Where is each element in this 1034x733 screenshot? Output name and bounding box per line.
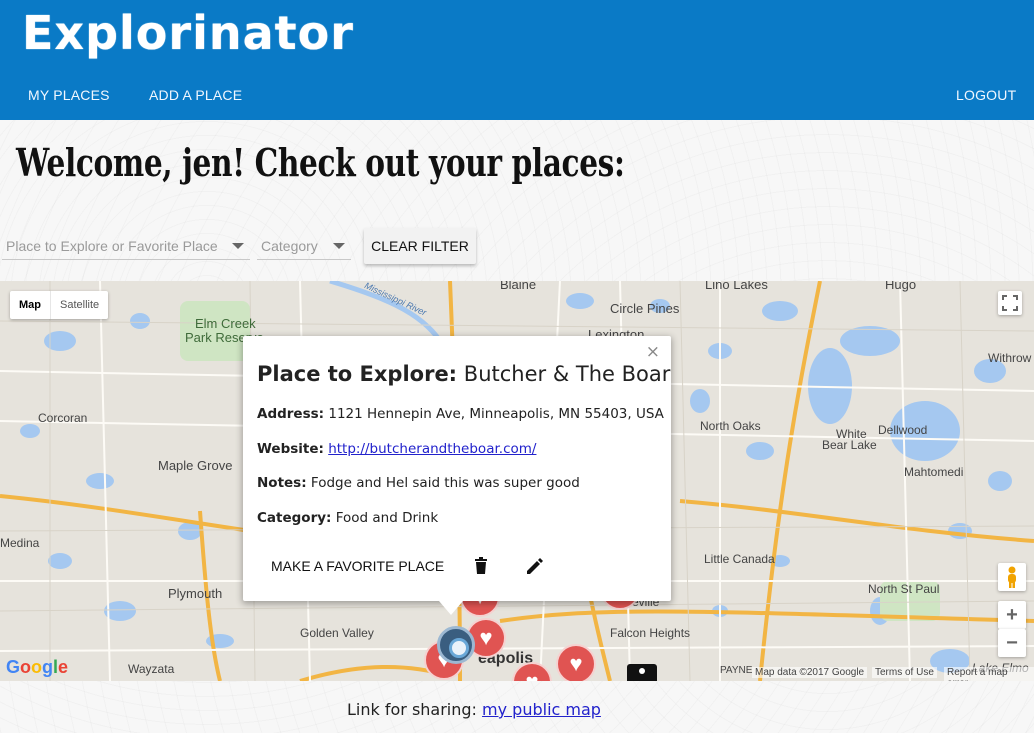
info-title: Place to Explore: Butcher & The Boar bbox=[257, 362, 670, 386]
category-value: Food and Drink bbox=[335, 510, 439, 526]
category-placeholder: Category bbox=[261, 238, 318, 254]
app-header: Explorinator MY PLACES ADD A PLACE LOGOU… bbox=[0, 0, 1034, 120]
map-label-circle-pines: Circle Pines bbox=[610, 301, 680, 316]
delete-button[interactable] bbox=[471, 556, 491, 580]
zoom-out-button[interactable]: − bbox=[998, 629, 1026, 657]
map-label-mahtomedi: Mahtomedi bbox=[904, 465, 964, 479]
heart-icon: ♥ bbox=[525, 669, 538, 681]
clear-filter-button[interactable]: CLEAR FILTER bbox=[364, 228, 476, 264]
place-info-window: × Place to Explore: Butcher & The Boar A… bbox=[243, 336, 671, 615]
pencil-icon bbox=[527, 558, 543, 574]
chevron-down-icon bbox=[333, 243, 345, 249]
map-label-maple-grove: Maple Grove bbox=[158, 458, 233, 473]
address-label: Address: bbox=[257, 406, 325, 422]
notes-value: Fodge and Hel said this was super good bbox=[310, 475, 580, 491]
fullscreen-icon bbox=[1002, 295, 1018, 311]
street-view-button[interactable] bbox=[998, 563, 1026, 591]
map-label-hugo: Hugo bbox=[885, 281, 917, 292]
info-icon bbox=[639, 668, 645, 674]
make-favorite-button[interactable]: MAKE A FAVORITE PLACE bbox=[271, 558, 444, 574]
nav-my-places[interactable]: MY PLACES bbox=[28, 87, 110, 103]
info-website: Website: http://butcherandtheboar.com/ bbox=[257, 441, 536, 457]
map-data-attribution: Map data ©2017 Google bbox=[752, 667, 868, 678]
close-icon[interactable]: × bbox=[646, 342, 660, 362]
app-title[interactable]: Explorinator bbox=[22, 6, 354, 60]
report-map-error-link[interactable]: Report a map error bbox=[944, 667, 1034, 681]
map-label-bear-lake: Bear Lake bbox=[822, 438, 877, 452]
info-address: Address: 1121 Hennepin Ave, Minneapolis,… bbox=[257, 406, 664, 422]
map-label-north-st-paul: North St Paul bbox=[868, 582, 940, 596]
nav-logout[interactable]: LOGOUT bbox=[956, 87, 1016, 103]
map-label-dellwood: Dellwood bbox=[878, 423, 928, 437]
favorite-place-marker[interactable]: ♥ bbox=[556, 644, 596, 681]
google-logo: Google bbox=[6, 657, 69, 677]
map-type-map-button[interactable]: Map bbox=[10, 291, 50, 319]
fullscreen-button[interactable] bbox=[998, 291, 1022, 315]
info-category: Category: Food and Drink bbox=[257, 510, 438, 526]
edit-button[interactable] bbox=[525, 556, 545, 580]
place-type-placeholder: Place to Explore or Favorite Place bbox=[6, 238, 218, 254]
public-map-link[interactable]: my public map bbox=[482, 700, 601, 719]
terms-of-use-link[interactable]: Terms of Use bbox=[872, 667, 937, 678]
map-label-little-canada: Little Canada bbox=[704, 552, 775, 566]
chevron-down-icon bbox=[232, 243, 244, 249]
category-label: Category: bbox=[257, 510, 332, 526]
share-link-row: Link for sharing: my public map bbox=[347, 700, 601, 719]
heart-icon: ♥ bbox=[569, 651, 583, 676]
map-label-plymouth: Plymouth bbox=[168, 586, 223, 601]
pegman-icon bbox=[1008, 566, 1016, 588]
info-title-value: Butcher & The Boar bbox=[463, 362, 671, 386]
map-label-north-oaks: North Oaks bbox=[700, 419, 761, 433]
map-type-satellite-button[interactable]: Satellite bbox=[50, 291, 108, 319]
page-title: Welcome, jen! Check out your places: bbox=[16, 140, 625, 185]
map-label-falcon-heights: Falcon Heights bbox=[610, 626, 691, 640]
map-label-medina: Medina bbox=[0, 536, 40, 550]
map-label-golden-valley: Golden Valley bbox=[300, 626, 374, 640]
heart-icon: ♥ bbox=[479, 625, 493, 650]
place-type-select[interactable]: Place to Explore or Favorite Place bbox=[2, 232, 250, 260]
zoom-in-button[interactable]: + bbox=[998, 601, 1026, 629]
map-label-payne: PAYNE bbox=[720, 665, 753, 676]
info-marker[interactable] bbox=[627, 664, 657, 681]
map-label-elm-creek: Elm Creek bbox=[195, 316, 256, 331]
map-label-wayzata: Wayzata bbox=[128, 662, 175, 676]
share-label: Link for sharing: bbox=[347, 700, 477, 719]
map-label-blaine: Blaine bbox=[500, 281, 537, 292]
address-value: 1121 Hennepin Ave, Minneapolis, MN 55403… bbox=[328, 406, 664, 422]
info-notes: Notes: Fodge and Hel said this was super… bbox=[257, 475, 580, 491]
map-label-lino-lakes: Lino Lakes bbox=[705, 281, 768, 292]
notes-label: Notes: bbox=[257, 475, 307, 491]
map-type-control: Map Satellite bbox=[10, 291, 109, 319]
trash-icon bbox=[475, 557, 487, 574]
website-link[interactable]: http://butcherandtheboar.com/ bbox=[328, 441, 536, 457]
nav-add-place[interactable]: ADD A PLACE bbox=[149, 87, 242, 103]
place-to-explore-marker[interactable] bbox=[437, 626, 475, 664]
map-label-corcoran: Corcoran bbox=[38, 411, 88, 425]
info-title-label: Place to Explore: bbox=[257, 362, 458, 386]
category-select[interactable]: Category bbox=[257, 232, 351, 260]
map-label-withrow: Withrow bbox=[988, 351, 1032, 365]
website-label: Website: bbox=[257, 441, 324, 457]
